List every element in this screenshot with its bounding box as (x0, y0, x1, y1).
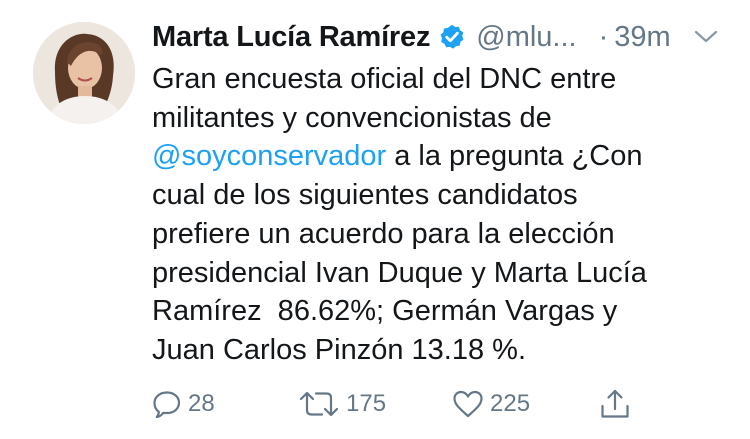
like-count: 225 (490, 390, 531, 417)
text-segment: Gran encuesta oficial del DNC entre (152, 63, 617, 95)
text-segment: a la pregunta ¿Con (386, 140, 643, 173)
tweet-text-line: Ramírez 86.62%; Germán Vargas y (152, 292, 732, 331)
author-name[interactable]: Marta Lucía Ramírez (152, 21, 430, 54)
share-button[interactable] (599, 384, 631, 424)
text-segment: presidencial Ivan Duque y Marta Lucía (152, 256, 647, 289)
retweet-button[interactable]: 175 (298, 384, 386, 424)
reply-count: 28 (188, 390, 215, 417)
tweet-text-line: Juan Carlos Pinzón 13.18 %. (152, 331, 732, 370)
retweet-count: 175 (346, 390, 387, 417)
tweet-actions: 28 175 225 (152, 384, 642, 424)
tweet-text-line: cual de los siguientes candidatos (152, 176, 732, 215)
verified-badge-icon (438, 23, 466, 51)
heart-icon (452, 389, 484, 419)
timestamp[interactable]: 39m (614, 21, 670, 54)
text-segment: prefiere un acuerdo para la elección (152, 217, 615, 250)
chevron-down-icon[interactable] (693, 26, 719, 48)
text-segment: cual de los siguientes candidatos (152, 179, 578, 212)
text-segment: militantes y convencionistas de (152, 101, 552, 134)
tweet-header: Marta Lucía Ramírez @mlu... · 39m (152, 16, 722, 58)
mention-link[interactable]: @soyconservador (152, 140, 386, 172)
avatar[interactable] (33, 22, 135, 124)
share-icon (599, 388, 631, 420)
tweet-text: Gran encuesta oficial del DNC entre milit… (152, 60, 732, 370)
tweet-text-line: militantes y convencionistas de (152, 99, 732, 138)
retweet-icon (298, 389, 340, 419)
tweet[interactable]: Marta Lucía Ramírez @mlu... · 39m Gran e… (0, 0, 750, 439)
author-handle[interactable]: @mlu... (476, 21, 576, 54)
text-segment: Juan Carlos Pinzón 13.18 %. (152, 333, 526, 366)
separator-dot: · (598, 20, 609, 53)
reply-button[interactable]: 28 (152, 384, 215, 424)
tweet-text-line: Gran encuesta oficial del DNC entre (152, 60, 732, 99)
tweet-text-line: presidencial Ivan Duque y Marta Lucía (152, 254, 732, 293)
reply-icon (152, 389, 182, 419)
text-segment: Ramírez 86.62%; Germán Vargas y (152, 295, 618, 328)
like-button[interactable]: 225 (452, 384, 530, 424)
tweet-text-line: prefiere un acuerdo para la elección (152, 215, 732, 254)
tweet-text-line: @soyconservador a la pregunta ¿Con (152, 137, 732, 176)
